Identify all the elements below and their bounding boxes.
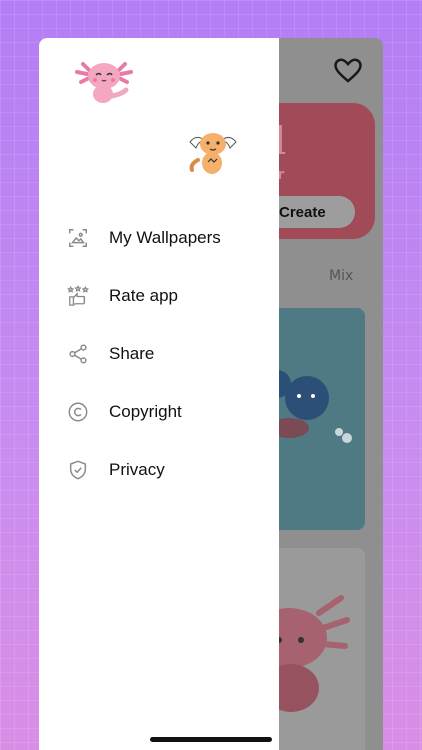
drawer-item-copyright[interactable]: Copyright bbox=[67, 397, 182, 427]
drawer-item-label: Share bbox=[109, 344, 155, 363]
drawer-item-share[interactable]: Share bbox=[67, 339, 154, 369]
drawer-item-label: My Wallpapers bbox=[109, 228, 221, 247]
rate-app-icon bbox=[67, 285, 89, 307]
filter-tab-mix[interactable]: Mix bbox=[329, 268, 353, 284]
shield-check-icon bbox=[67, 459, 89, 481]
drawer-item-my-wallpapers[interactable]: My Wallpapers bbox=[67, 223, 221, 253]
drawer-item-label: Rate app bbox=[109, 286, 178, 305]
heart-icon[interactable] bbox=[333, 56, 363, 86]
drawer-item-label: Privacy bbox=[109, 460, 165, 479]
copyright-icon bbox=[67, 401, 89, 423]
drawer-item-label: Copyright bbox=[109, 402, 182, 421]
drawer-item-privacy[interactable]: Privacy bbox=[67, 455, 165, 485]
home-indicator[interactable] bbox=[150, 737, 272, 742]
axolotl-pink-sticker bbox=[75, 62, 133, 103]
axolotl-orange-angel-sticker bbox=[189, 133, 237, 174]
share-icon bbox=[67, 343, 89, 365]
drawer-item-rate-app[interactable]: Rate app bbox=[67, 281, 178, 311]
wallpaper-icon bbox=[67, 227, 89, 249]
navigation-drawer: My Wallpapers Rate app Share Copyright P… bbox=[39, 38, 279, 750]
